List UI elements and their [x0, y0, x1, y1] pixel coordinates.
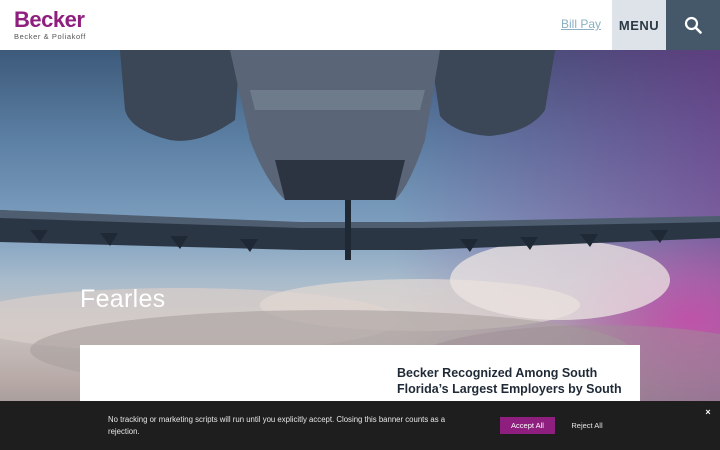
hero-title: Fearles [80, 285, 166, 313]
logo-subtitle: Becker & Poliakoff [14, 32, 86, 41]
cookie-message: No tracking or marketing scripts will ru… [108, 415, 446, 436]
logo[interactable]: Becker Becker & Poliakoff [14, 7, 86, 42]
site-header: Becker Becker & Poliakoff Bill Pay MENU [0, 0, 720, 50]
menu-button[interactable]: MENU [612, 0, 666, 50]
search-button[interactable] [666, 0, 720, 50]
logo-wordmark: Becker [14, 7, 85, 32]
accept-all-button[interactable]: Accept All [500, 417, 555, 434]
news-headline[interactable]: Becker Recognized Among South Florida’s … [397, 365, 622, 397]
reject-all-button[interactable]: Reject All [568, 417, 606, 434]
search-icon [684, 16, 702, 34]
news-card[interactable]: Becker Recognized Among South Florida’s … [80, 345, 640, 405]
close-icon[interactable]: × [702, 406, 714, 418]
bill-pay-link[interactable]: Bill Pay [561, 17, 601, 31]
cookie-banner: No tracking or marketing scripts will ru… [0, 401, 720, 450]
